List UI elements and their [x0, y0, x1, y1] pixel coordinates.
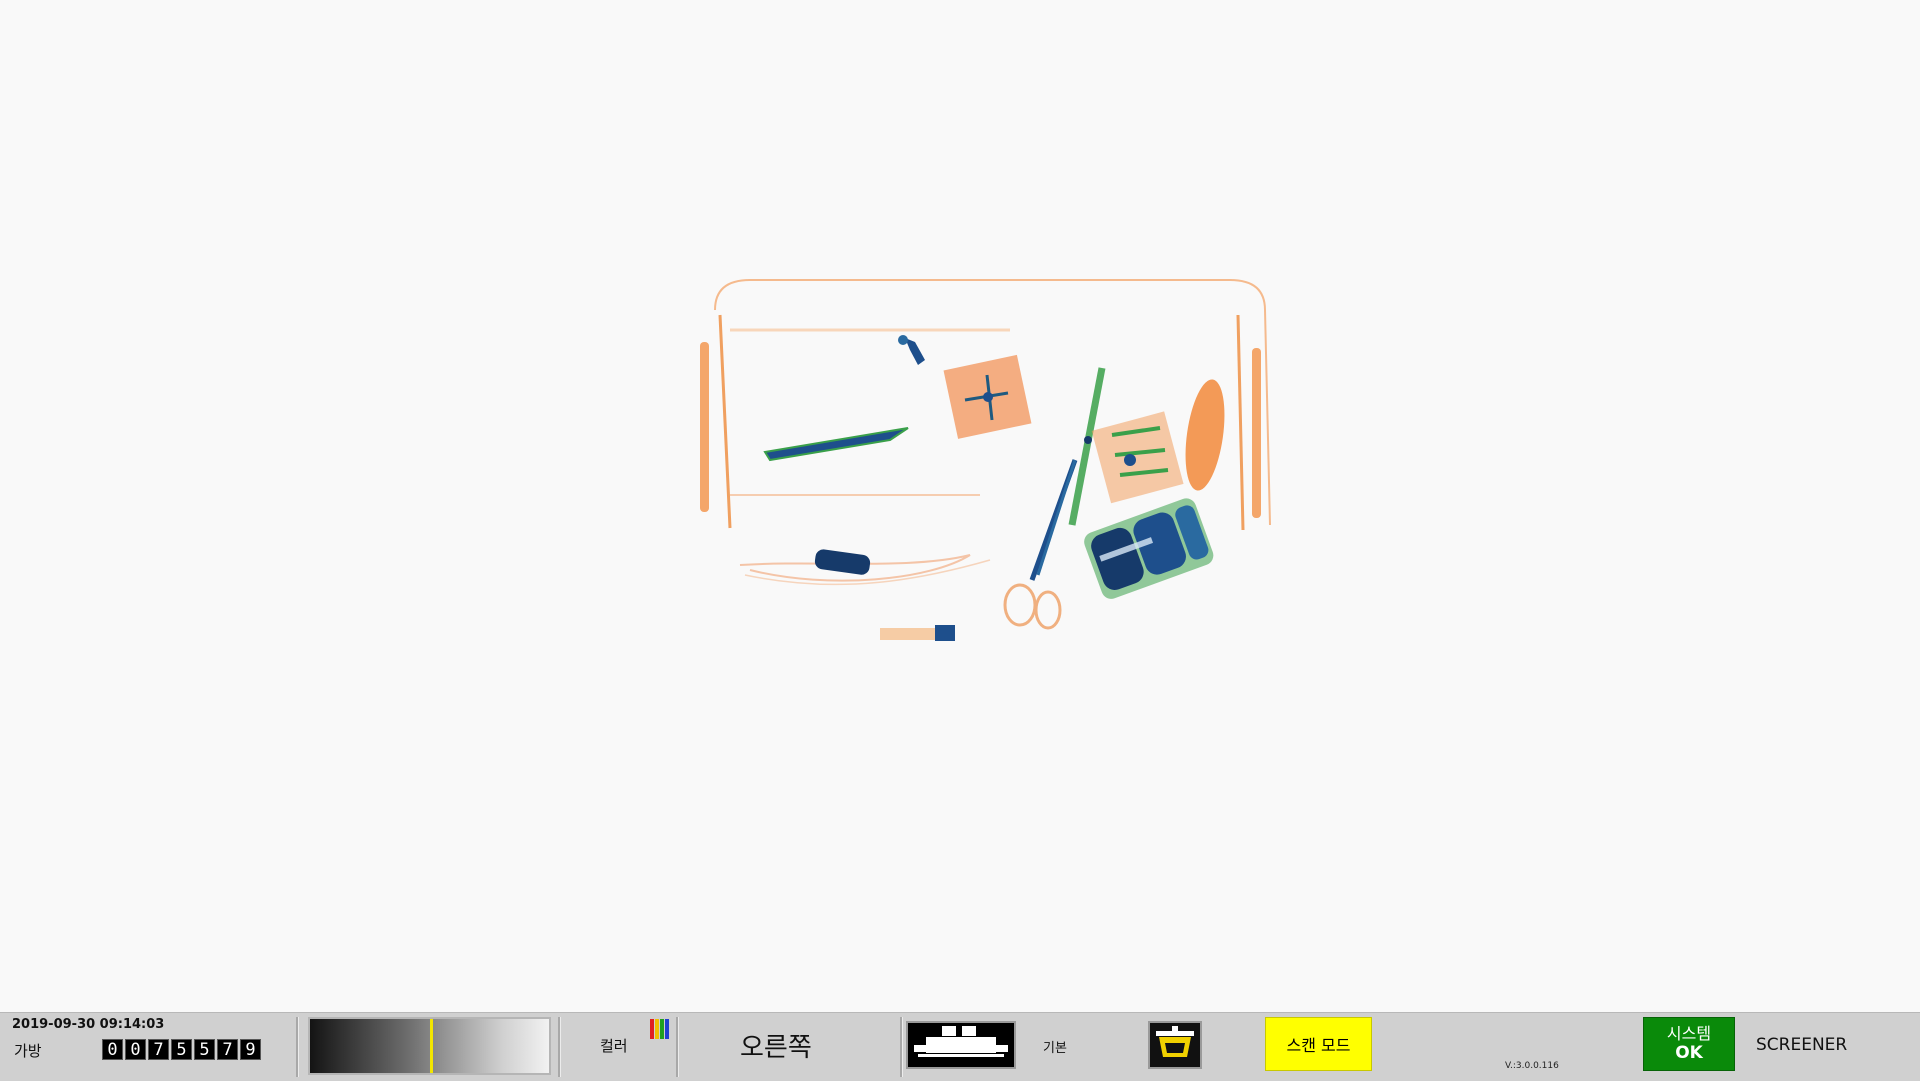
bag-counter-digit: 0 — [102, 1039, 123, 1060]
conveyor-belt-icon[interactable] — [906, 1021, 1016, 1069]
contrast-gradient-slider[interactable] — [308, 1017, 551, 1075]
bag-counter-digit: 7 — [148, 1039, 169, 1060]
date-time: 2019-09-30 09:14:03 — [12, 1017, 165, 1032]
system-status-value: OK — [1675, 1043, 1703, 1063]
bag-counter: 0 0 7 5 5 7 9 — [102, 1039, 261, 1060]
color-bar — [650, 1019, 654, 1039]
system-status-button[interactable]: 시스템 OK — [1643, 1017, 1735, 1071]
divider — [558, 1017, 561, 1077]
bag-counter-digit: 5 — [171, 1039, 192, 1060]
xray-viewer[interactable] — [0, 0, 1920, 1012]
color-mode-button[interactable]: 컬러 — [574, 1017, 674, 1075]
color-bar — [660, 1019, 664, 1039]
bag-counter-digit: 5 — [194, 1039, 215, 1060]
color-bar — [665, 1019, 669, 1039]
divider — [296, 1017, 299, 1077]
version-label: V.:3.0.0.116 — [1505, 1061, 1559, 1071]
tray-bin-icon — [1156, 1026, 1194, 1057]
divider — [900, 1017, 903, 1077]
bag-counter-digit: 7 — [217, 1039, 238, 1060]
color-bar — [655, 1019, 659, 1039]
basic-mode-label[interactable]: 기본 — [1043, 1037, 1067, 1056]
belt-direction-button[interactable]: 오른쪽 — [740, 1027, 812, 1064]
user-role-label: SCREENER — [1756, 1035, 1848, 1055]
bag-counter-digit: 0 — [125, 1039, 146, 1060]
conveyor-belt-icon — [914, 1026, 1008, 1057]
contrast-slider-marker[interactable] — [429, 1019, 433, 1073]
color-mode-label: 컬러 — [600, 1037, 628, 1055]
bag-count-label: 가방 — [14, 1042, 42, 1060]
tray-bin-icon[interactable] — [1148, 1021, 1202, 1069]
xray-scan-image — [700, 279, 1271, 641]
status-bar: 2019-09-30 09:14:03 가방 0 0 7 5 5 7 9 컬러 … — [0, 1012, 1920, 1081]
color-palette-icon — [650, 1019, 669, 1039]
divider — [676, 1017, 679, 1077]
scan-mode-button[interactable]: 스캔 모드 — [1265, 1017, 1372, 1071]
bag-counter-digit: 9 — [240, 1039, 261, 1060]
system-status-title: 시스템 — [1666, 1024, 1712, 1043]
